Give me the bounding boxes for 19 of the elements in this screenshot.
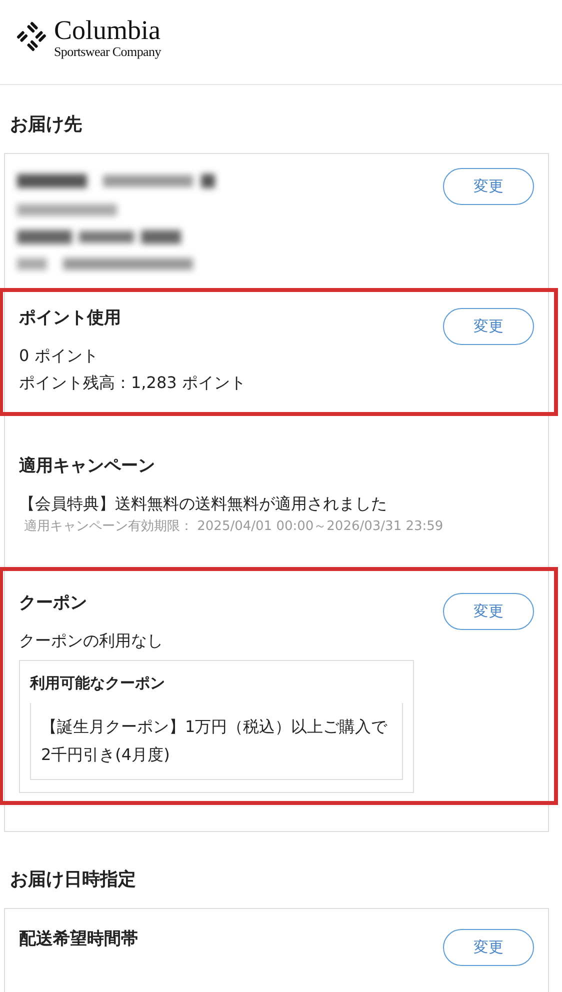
coupon-item: 【誕生月クーポン】1万円（税込）以上ご購入で2千円引き(4月度) <box>30 703 403 780</box>
section-heading: お届け先 <box>10 113 83 137</box>
coupon-panel-title: 利用可能なクーポン <box>30 673 166 694</box>
block-title: 適用キャンペーン <box>19 455 156 478</box>
section-heading: お届け日時指定 <box>10 868 137 892</box>
validity-note: 適用キャンペーン有効期限： 2025/04/01 00:00～2026/03/31 23:59 <box>24 518 444 536</box>
block-title: 配送希望時間帯 <box>19 928 139 951</box>
logo-name: Columbia <box>54 16 161 44</box>
logo-tagline: Sportswear Company <box>54 44 161 58</box>
change-button[interactable]: 変更 <box>443 593 534 630</box>
block-text: 【会員特典】送料無料の送料無料が適用されました <box>19 493 388 515</box>
block-title: クーポン <box>19 592 88 615</box>
change-button[interactable]: 変更 <box>443 168 534 205</box>
block-text: ポイント残高：1,283 ポイント <box>19 372 247 394</box>
change-button[interactable]: 変更 <box>443 308 534 345</box>
change-button[interactable]: 変更 <box>443 929 534 966</box>
block-text: クーポンの利用なし <box>19 630 164 652</box>
block-title: ポイント使用 <box>19 307 122 330</box>
block-text: 0 ポイント <box>19 345 100 367</box>
